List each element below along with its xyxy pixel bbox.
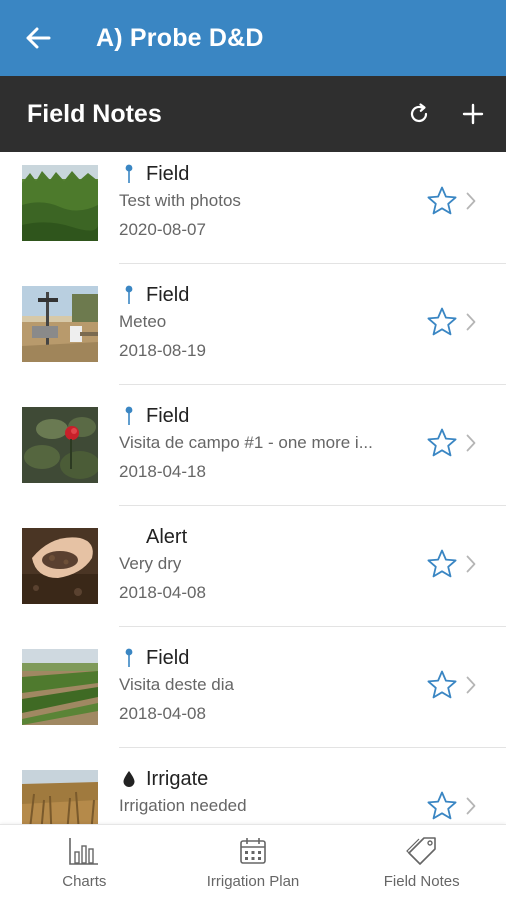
note-description: Test with photos [119, 191, 241, 210]
note-category: Field [119, 161, 189, 187]
star-icon [427, 307, 457, 336]
chevron-right-icon[interactable] [461, 189, 481, 213]
app-title: A) Probe D&D [96, 23, 264, 52]
category-icon-blank [119, 524, 139, 550]
star-icon [427, 186, 457, 215]
note-thumbnail [22, 407, 98, 483]
note-date: 2018-04-08 [119, 583, 206, 602]
tab-charts[interactable]: Charts [0, 825, 169, 900]
list-item[interactable]: Irrigate Irrigation needed [0, 748, 506, 824]
category-label: Field [146, 283, 190, 306]
star-icon [427, 549, 457, 578]
weather-station-photo [22, 286, 98, 362]
back-button[interactable] [0, 0, 76, 76]
field-notes-list[interactable]: Field Test with photos 2020-08-07 Field … [0, 152, 506, 824]
favorite-button[interactable] [424, 304, 460, 340]
note-description: Meteo [119, 312, 167, 331]
note-category: Irrigate [119, 766, 208, 792]
list-item[interactable]: Field Test with photos 2020-08-07 [0, 152, 506, 264]
note-category: Field [119, 403, 189, 429]
chevron-right-icon[interactable] [461, 673, 481, 697]
note-category: Field [119, 282, 189, 308]
star-icon [427, 670, 457, 699]
category-label: Field [146, 162, 190, 185]
note-category: Field [119, 645, 189, 671]
plus-icon [462, 103, 484, 125]
chevron-right-icon[interactable] [461, 552, 481, 576]
add-note-button[interactable] [446, 76, 500, 152]
section-title: Field Notes [27, 99, 162, 128]
bar-chart-icon [69, 838, 99, 865]
refresh-button[interactable] [392, 76, 446, 152]
list-item[interactable]: Field Visita de campo #1 - one more i...… [0, 385, 506, 506]
note-date: 2018-04-08 [119, 704, 206, 723]
note-thumbnail [22, 770, 98, 824]
chevron-right-icon[interactable] [461, 431, 481, 455]
section-bar: Field Notes [0, 76, 506, 152]
drop-icon [119, 766, 139, 792]
note-description: Very dry [119, 554, 182, 573]
category-label: Field [146, 404, 190, 427]
note-description: Visita de campo #1 - one more i... [119, 433, 373, 452]
note-thumbnail [22, 649, 98, 725]
note-category: Alert [119, 524, 187, 550]
calendar-icon [240, 838, 266, 864]
dry-grass-photo [22, 770, 98, 824]
category-label: Irrigate [146, 767, 209, 790]
pin-icon [119, 645, 139, 671]
vineyard-photo [22, 649, 98, 725]
favorite-button[interactable] [424, 788, 460, 824]
note-thumbnail [22, 286, 98, 362]
tab-label: Field Notes [383, 873, 460, 890]
note-date: 2018-04-18 [119, 462, 206, 481]
note-date: 2020-08-07 [119, 220, 206, 239]
favorite-button[interactable] [424, 546, 460, 582]
star-icon [427, 428, 457, 457]
pin-icon [119, 161, 139, 187]
note-description: Visita deste dia [119, 675, 234, 694]
tab-label: Charts [62, 873, 107, 890]
refresh-icon [410, 103, 428, 123]
pin-icon [119, 403, 139, 429]
list-item[interactable]: Field Meteo 2018-08-19 [0, 264, 506, 385]
soil-hand-photo [22, 528, 98, 604]
favorite-button[interactable] [424, 183, 460, 219]
arrow-left-icon [26, 27, 51, 49]
tab-irrigation-plan[interactable]: Irrigation Plan [169, 825, 338, 900]
pin-icon [119, 282, 139, 308]
note-description: Irrigation needed [119, 796, 247, 815]
app-bar: A) Probe D&D [0, 0, 506, 76]
chevron-right-icon[interactable] [461, 310, 481, 334]
note-thumbnail [22, 165, 98, 241]
favorite-button[interactable] [424, 425, 460, 461]
bottom-tab-bar: Charts Irrigation Plan Field Notes [0, 824, 506, 900]
note-thumbnail [22, 528, 98, 604]
note-date: 2018-08-19 [119, 341, 206, 360]
chevron-right-icon[interactable] [461, 794, 481, 818]
tag-icon [405, 837, 436, 865]
star-icon [427, 791, 457, 820]
category-label: Field [146, 646, 190, 669]
list-item[interactable]: Field Visita deste dia 2018-04-08 [0, 627, 506, 748]
category-label: Alert [146, 525, 188, 548]
tab-field-notes[interactable]: Field Notes [337, 825, 506, 900]
rose-photo [22, 407, 98, 483]
orchard-photo [22, 165, 98, 241]
list-item[interactable]: Alert Very dry 2018-04-08 [0, 506, 506, 627]
tab-label: Irrigation Plan [206, 873, 300, 890]
favorite-button[interactable] [424, 667, 460, 703]
